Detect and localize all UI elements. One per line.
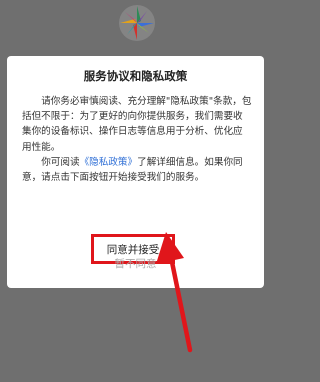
- paragraph-2-prefix: 你可阅读: [41, 156, 80, 168]
- dialog-body: 请你务必审慎阅读、充分理解"隐私政策"条款，包括但不限于：为了更好的向你提供服务…: [22, 94, 252, 185]
- dialog-paragraph-2: 你可阅读《隐私政策》了解详细信息。如果你同意，请点击下面按钮开始接受我们的服务。: [22, 155, 252, 185]
- privacy-policy-link[interactable]: 《隐私政策》: [80, 157, 138, 168]
- disagree-button[interactable]: 暂不同意: [0, 256, 271, 271]
- dialog-title: 服务协议和隐私政策: [83, 69, 188, 83]
- privacy-dialog: 服务协议和隐私政策 请你务必审慎阅读、充分理解"隐私政策"条款，包括但不限于：为…: [7, 56, 264, 288]
- dialog-paragraph-1: 请你务必审慎阅读、充分理解"隐私政策"条款，包括但不限于：为了更好的向你提供服务…: [22, 96, 252, 153]
- agree-button-label: 同意并接受: [106, 243, 160, 256]
- app-logo-icon: [119, 5, 155, 41]
